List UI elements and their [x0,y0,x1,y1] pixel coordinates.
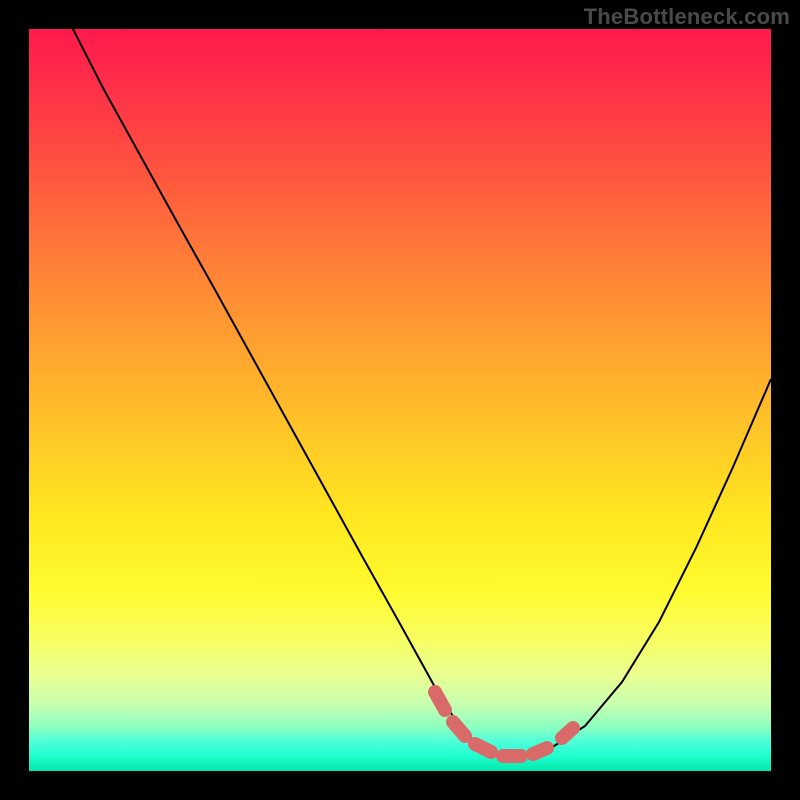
chart-svg [29,29,771,771]
highlight-dash-3 [475,744,491,752]
highlight-dash-5 [533,748,547,754]
highlight-dash-6 [562,728,573,738]
watermark-text: TheBottleneck.com [584,4,790,30]
bottleneck-curve-line [73,29,771,756]
highlight-dash-1 [435,692,445,710]
chart-plot-area [29,29,771,771]
highlight-dash-2 [453,722,465,736]
